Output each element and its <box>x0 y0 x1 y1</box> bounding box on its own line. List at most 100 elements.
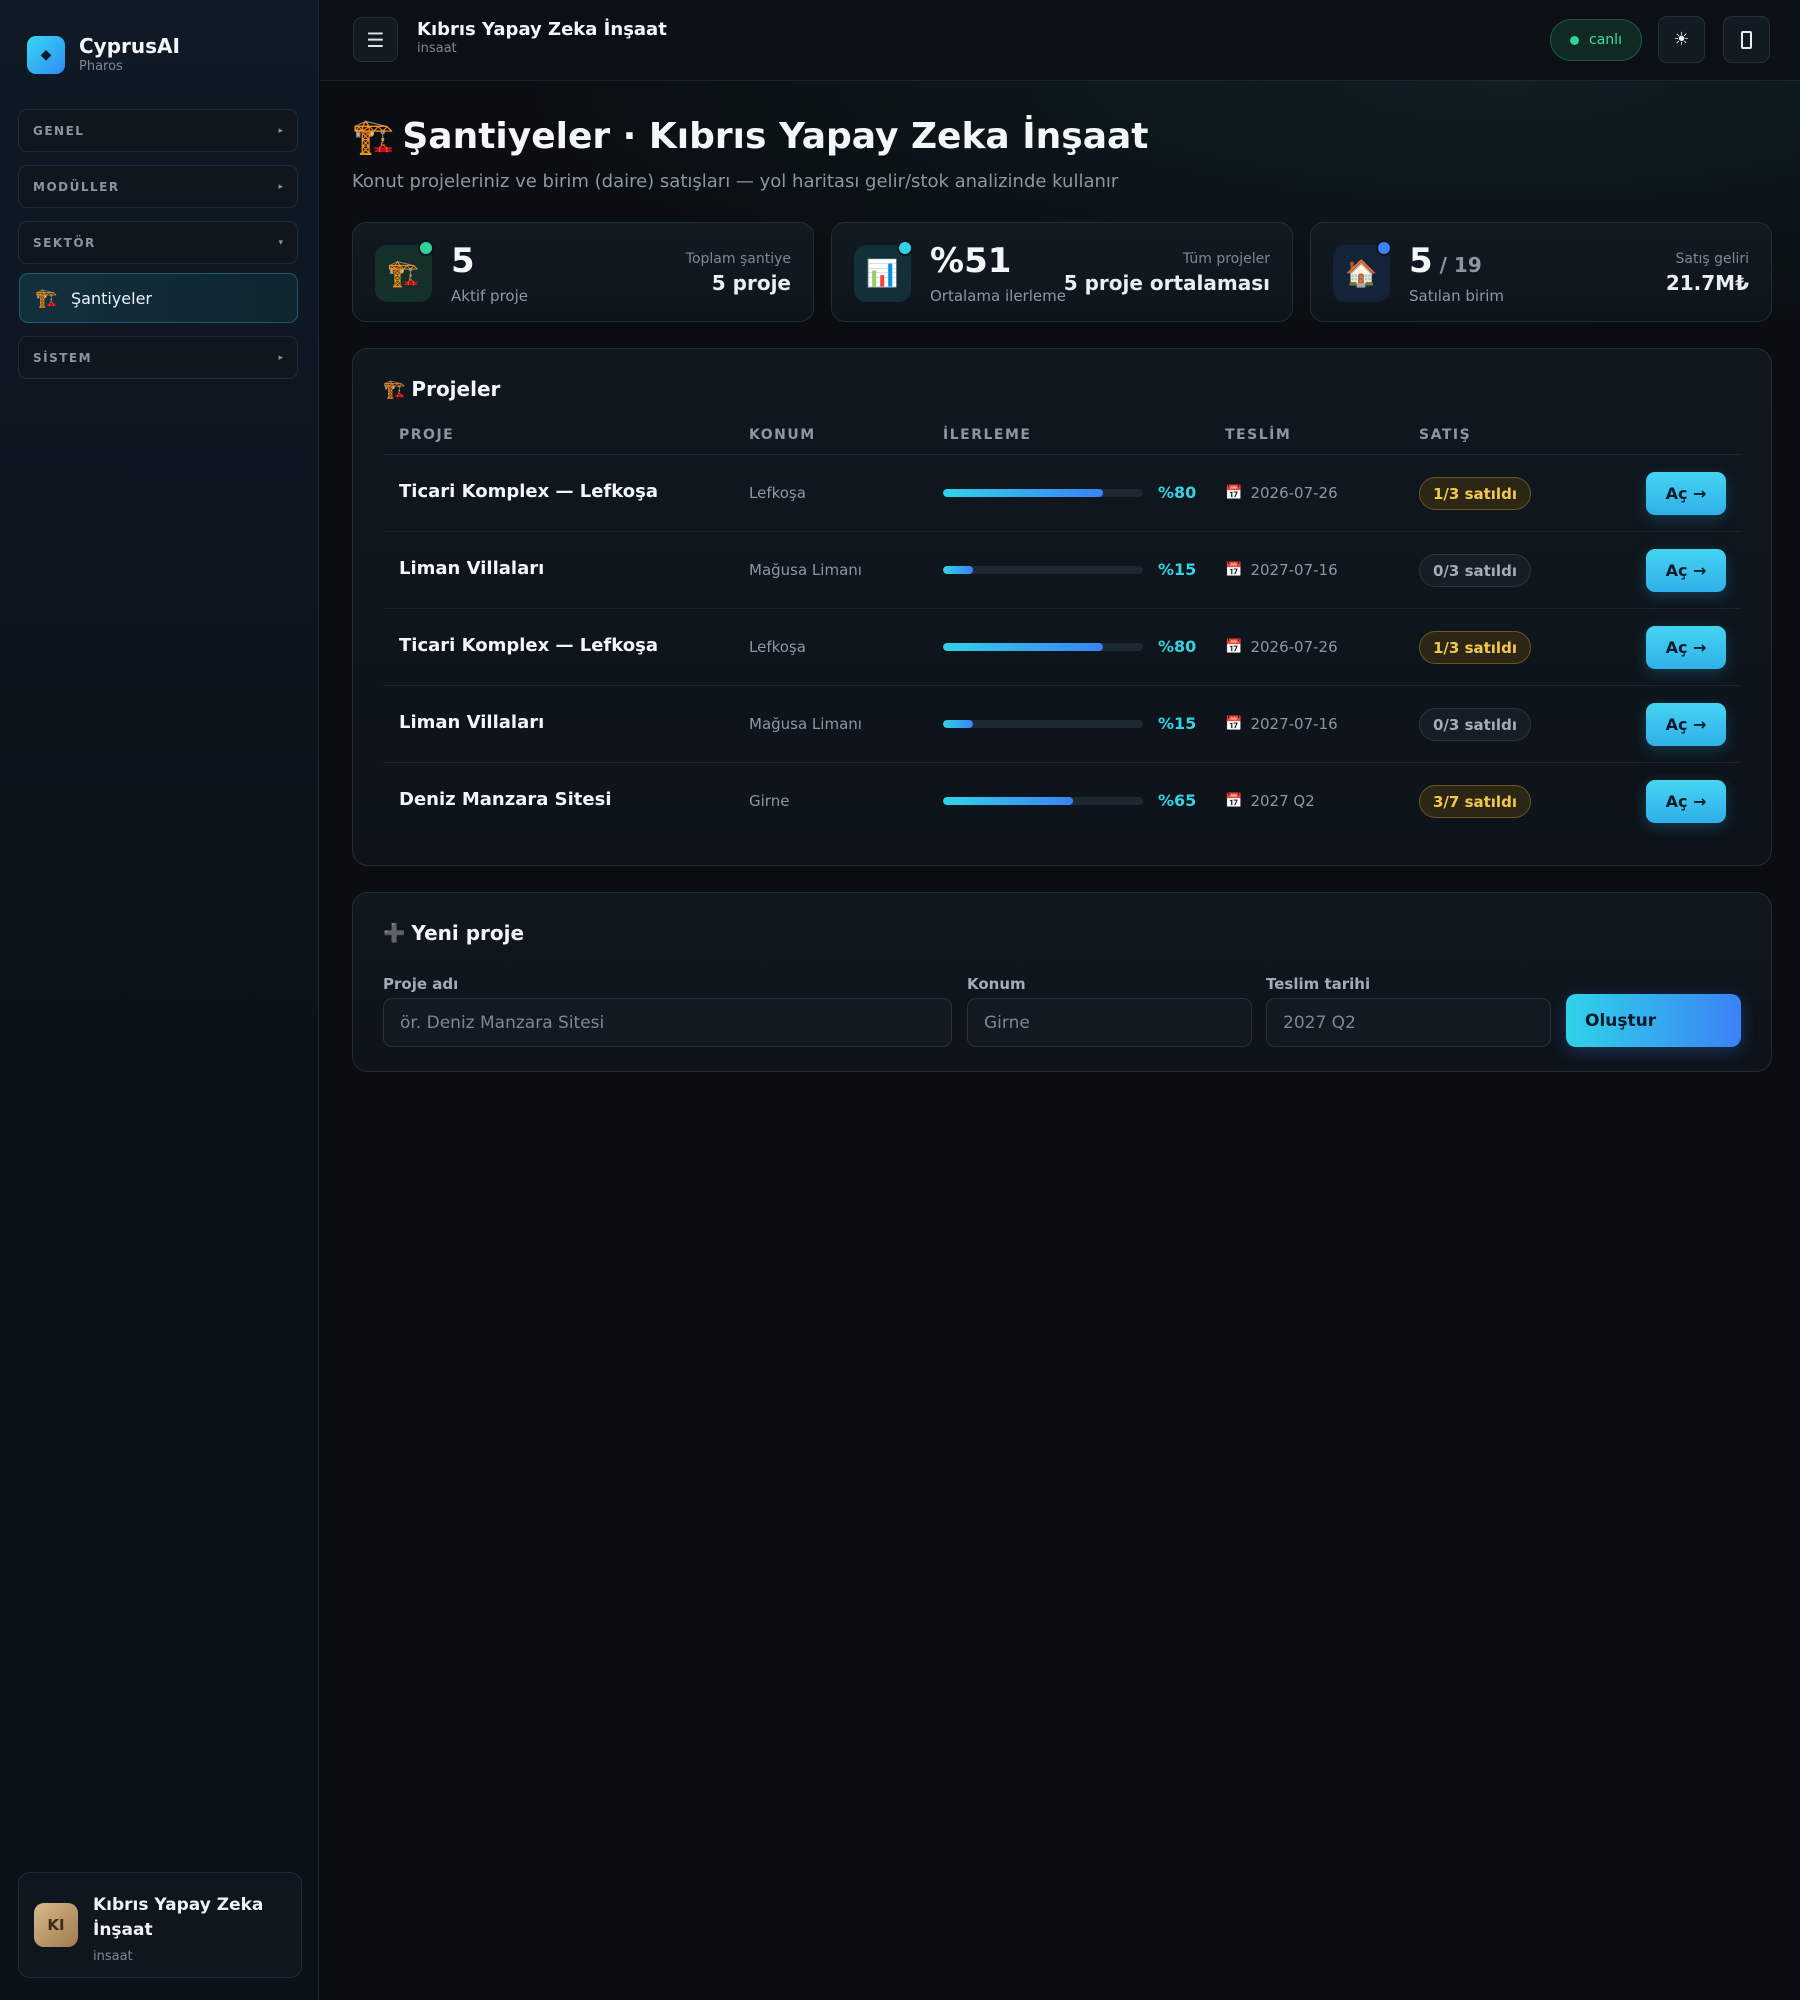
stat-side-key: Tüm projeler <box>1182 251 1270 267</box>
project-name-label: Proje adı <box>383 975 459 993</box>
plus-icon: ➕ <box>383 922 406 944</box>
table-row: Deniz Manzara Sitesi Girne %65 📅 2027 Q2 3/7 … <box>383 763 1741 840</box>
calendar-icon: 📅 <box>1225 793 1243 809</box>
progress-percent: %15 <box>1158 714 1197 733</box>
chevron-right-icon: ▸ <box>278 181 283 192</box>
table-row: Ticari Komplex — Lefkoşa Lefkoşa %80 📅 2026-… <box>383 455 1741 532</box>
column-header-ilerleme: İLERLEME <box>943 427 1032 443</box>
table-row: Liman Villaları Mağusa Limanı %15 📅 2027-07-… <box>383 686 1741 763</box>
topbar-subtitle: insaat <box>417 41 457 56</box>
crane-icon: 🏗️ <box>35 287 58 309</box>
nav-group-sistem[interactable]: SİSTEM ▸ <box>18 336 298 379</box>
stat-card-average-progress: 📊 %51 Ortalama ilerleme Tüm projeler 5 p… <box>831 222 1293 322</box>
progress-bar <box>943 489 1143 497</box>
progress-bar <box>943 566 1143 574</box>
stat-value: %51 <box>930 241 1012 281</box>
progress-percent: %80 <box>1158 637 1197 656</box>
sidebar-item-santiyeler[interactable]: 🏗️ Şantiyeler <box>19 273 298 323</box>
chevron-right-icon: ▸ <box>278 352 283 363</box>
brand-subtitle: Pharos <box>79 59 123 74</box>
delivery-date: 📅 2027-07-16 <box>1225 715 1338 733</box>
panel-title: 🏗️ Projeler <box>383 377 500 401</box>
table-row: Liman Villaları Mağusa Limanı %15 📅 2027-07-… <box>383 532 1741 609</box>
open-project-button[interactable]: Aç → <box>1646 626 1726 669</box>
nav-group-label: SEKTÖR <box>33 235 96 250</box>
open-project-button[interactable]: Aç → <box>1646 703 1726 746</box>
column-header-proje: PROJE <box>399 427 455 443</box>
stat-label: Ortalama ilerleme <box>930 287 1066 305</box>
new-project-panel: ➕ Yeni proje Proje adı Konum Teslim tari… <box>352 892 1772 1072</box>
stat-card-sold-units: 🏠 5 / 19 Satılan birim Satış geliri 21.7… <box>1310 222 1772 322</box>
page-header: 🏗️ Şantiyeler · Kıbrıs Yapay Zeka İnşaat… <box>352 113 1148 192</box>
table-header: PROJE KONUM İLERLEME TESLİM SATIŞ <box>383 417 1741 455</box>
page-title: 🏗️ Şantiyeler · Kıbrıs Yapay Zeka İnşaat <box>352 113 1148 161</box>
open-project-button[interactable]: Aç → <box>1646 549 1726 592</box>
progress-percent: %80 <box>1158 483 1197 502</box>
nav-group-label: SİSTEM <box>33 350 93 365</box>
project-name: Ticari Komplex — Lefkoşa <box>399 481 658 502</box>
column-header-konum: KONUM <box>749 427 816 443</box>
progress-fill <box>943 566 973 574</box>
project-name: Liman Villaları <box>399 712 545 733</box>
open-project-button[interactable]: Aç → <box>1646 780 1726 823</box>
menu-toggle-button[interactable]: ☰ <box>353 17 398 62</box>
progress-percent: %65 <box>1158 791 1197 810</box>
delivery-date: 📅 2027 Q2 <box>1225 792 1315 810</box>
project-name-input[interactable] <box>383 998 952 1047</box>
sales-badge: 1/3 satıldı <box>1419 631 1531 664</box>
sales-badge: 0/3 satıldı <box>1419 708 1531 741</box>
page-subtitle: Konut projeleriniz ve birim (daire) satı… <box>352 171 1119 192</box>
panel-title-text: Yeni proje <box>411 921 525 945</box>
delivery-date-text: 2027-07-16 <box>1250 561 1338 579</box>
location-input[interactable] <box>967 998 1252 1047</box>
progress-percent: %15 <box>1158 560 1197 579</box>
project-location: Mağusa Limanı <box>749 715 862 733</box>
project-location: Lefkoşa <box>749 484 806 502</box>
nav-group-sektor[interactable]: SEKTÖR ▾ <box>18 221 298 264</box>
panel-title-text: Projeler <box>411 377 501 401</box>
hamburger-icon: ☰ <box>366 27 385 52</box>
open-project-button[interactable]: Aç → <box>1646 472 1726 515</box>
stat-value: 5 <box>451 241 475 281</box>
avatar: KI <box>34 1903 78 1947</box>
live-status-badge[interactable]: canlı <box>1550 19 1642 61</box>
stat-side-key: Toplam şantiye <box>685 251 791 267</box>
project-name: Deniz Manzara Sitesi <box>399 789 612 810</box>
project-location: Girne <box>749 792 790 810</box>
crane-icon: 🏗️ <box>352 117 395 157</box>
brand[interactable]: ◆ CyprusAI Pharos <box>27 34 180 76</box>
nav-group-moduller[interactable]: MODÜLLER ▸ <box>18 165 298 208</box>
status-dot <box>1376 240 1392 256</box>
project-name: Liman Villaları <box>399 558 545 579</box>
delivery-date: 📅 2026-07-26 <box>1225 638 1338 656</box>
user-card[interactable]: KI Kıbrıs Yapay Zeka İnşaat insaat <box>18 1872 302 1978</box>
chevron-down-icon: ▾ <box>278 237 283 248</box>
user-name: Kıbrıs Yapay Zeka İnşaat <box>93 1895 264 1940</box>
nav-group-label: GENEL <box>33 123 85 138</box>
mobile-view-button[interactable] <box>1723 16 1770 63</box>
table-row: Ticari Komplex — Lefkoşa Lefkoşa %80 📅 2026-… <box>383 609 1741 686</box>
nav-group-genel[interactable]: GENEL ▸ <box>18 109 298 152</box>
create-project-button[interactable]: Oluştur <box>1566 994 1741 1047</box>
sun-icon: ☀ <box>1673 29 1690 50</box>
stat-side-value: 21.7M₺ <box>1665 271 1749 295</box>
sales-badge: 3/7 satıldı <box>1419 785 1531 818</box>
status-dot <box>897 240 913 256</box>
delivery-date-input[interactable] <box>1266 998 1551 1047</box>
stat-card-active-projects: 🏗️ 5 Aktif proje Toplam şantiye 5 proje <box>352 222 814 322</box>
topbar-title: Kıbrıs Yapay Zeka İnşaat <box>417 19 667 40</box>
panel-title: ➕ Yeni proje <box>383 921 524 945</box>
stat-value: 5 / 19 <box>1409 241 1482 281</box>
calendar-icon: 📅 <box>1225 562 1243 578</box>
brand-name: CyprusAI <box>79 34 180 58</box>
project-location: Mağusa Limanı <box>749 561 862 579</box>
sidebar: ◆ CyprusAI Pharos GENEL ▸ MODÜLLER ▸ SEK… <box>0 0 319 2000</box>
theme-toggle-button[interactable]: ☀ <box>1658 16 1705 63</box>
sidebar-item-label: Şantiyeler <box>71 288 152 308</box>
progress-fill <box>943 720 973 728</box>
project-location: Lefkoşa <box>749 638 806 656</box>
topbar: ☰ Kıbrıs Yapay Zeka İnşaat insaat canlı … <box>320 0 1800 81</box>
stat-label: Satılan birim <box>1409 287 1505 305</box>
stat-side-value: 5 proje ortalaması <box>1063 271 1270 295</box>
stat-label: Aktif proje <box>451 287 528 305</box>
